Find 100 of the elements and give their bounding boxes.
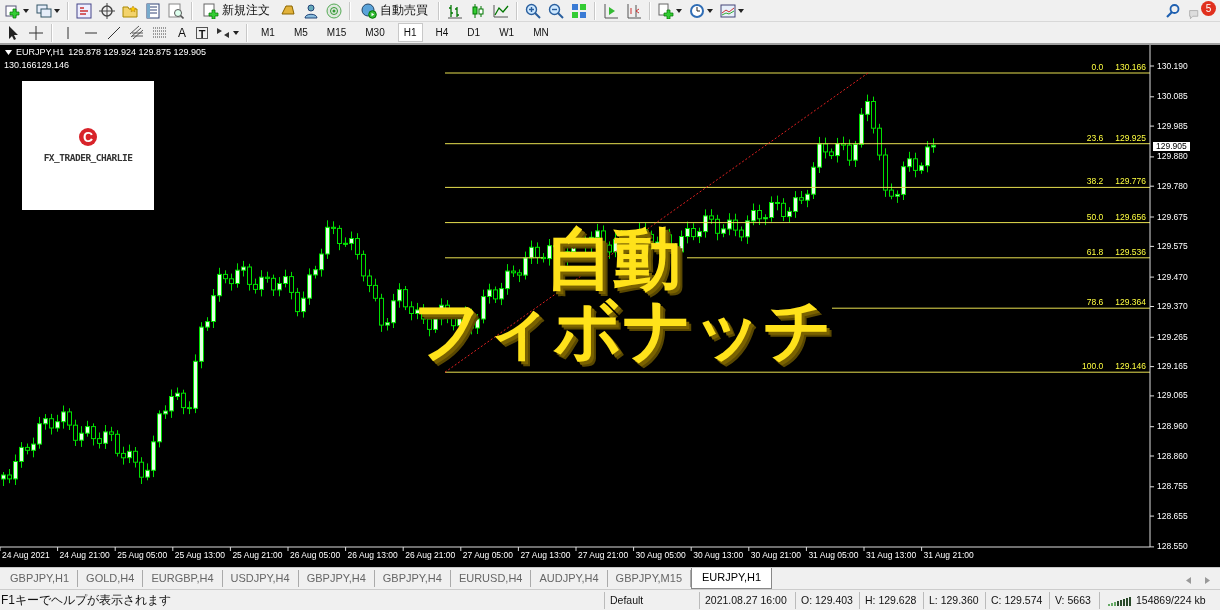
bar-chart-icon[interactable] (447, 2, 463, 19)
time-axis-label: 30 Aug 05:00 (634, 550, 686, 560)
time-axis-label: 24 Aug 2021 (1, 550, 50, 560)
price-axis-label: 130.085 (1157, 92, 1188, 102)
low-price: L: 129.360 (923, 591, 985, 609)
timeframe-button[interactable]: D1 (461, 23, 487, 42)
candlestick-icon[interactable] (470, 2, 486, 19)
fibonacci-levels-icon[interactable] (152, 24, 168, 41)
fibonacci-price-label: 129.146 (1115, 361, 1146, 372)
price-axis-label: 129.165 (1157, 362, 1188, 372)
scroll-right-icon[interactable] (1205, 577, 1210, 584)
caret-icon[interactable] (23, 8, 29, 13)
fibonacci-price-label: 129.364 (1115, 297, 1146, 308)
price-axis-label: 129.265 (1157, 332, 1188, 342)
time-axis-label: 25 Aug 21:00 (231, 550, 283, 560)
chart-tab[interactable]: USDJPY,H4 (222, 570, 299, 587)
chart-tab[interactable]: GBPJPY,H1 (2, 570, 79, 587)
chart-tab[interactable]: AUDJPY,H4 (531, 570, 608, 587)
caret-icon[interactable] (738, 8, 744, 13)
fibonacci-ratio-label: 23.6 (1086, 132, 1104, 143)
autoscroll-icon[interactable] (603, 2, 619, 19)
time-axis-label: 24 Aug 21:00 (58, 550, 110, 560)
crosshair-icon[interactable] (99, 2, 115, 19)
chart-tab[interactable]: GBPJPY,H4 (374, 570, 451, 587)
chart-tab[interactable]: EURJPY,H1 (691, 568, 773, 589)
trend-line-icon[interactable] (106, 24, 122, 41)
windows-icon[interactable] (36, 2, 52, 19)
price-axis-label: 130.190 (1157, 61, 1188, 71)
timeframe-button[interactable]: H4 (429, 23, 455, 42)
fibonacci-price-label: 129.536 (1115, 246, 1146, 257)
time-axis-label: 27 Aug 05:00 (461, 550, 513, 560)
globe-play-icon (361, 2, 377, 19)
caret-icon[interactable] (54, 8, 60, 13)
signal-icon[interactable] (326, 2, 342, 19)
connection-bars-icon (1108, 594, 1132, 606)
timeframe-button[interactable]: M15 (320, 23, 353, 42)
fibonacci-ratio-label: 0.0 (1091, 62, 1104, 72)
time-axis-label: 31 Aug 05:00 (807, 550, 859, 560)
fibonacci-ratio-label: 50.0 (1086, 211, 1104, 222)
price-axis-label: 129.675 (1157, 212, 1188, 222)
time-axis-label: 26 Aug 21:00 (404, 550, 456, 560)
chart-tab[interactable]: EURUSD,H4 (450, 570, 532, 587)
clock-icon[interactable] (689, 2, 705, 19)
new-order-button[interactable]: 新規注文 (200, 1, 273, 20)
list-window-icon[interactable] (145, 2, 161, 19)
time-axis-label: 25 Aug 05:00 (116, 550, 168, 560)
zoom-out-icon[interactable] (548, 2, 564, 19)
search-icon[interactable] (1165, 2, 1181, 19)
logo-mark: C (79, 128, 97, 146)
auto-trading-button[interactable]: 自動売買 (358, 1, 431, 20)
chart-tab[interactable]: GBPJPY,H4 (298, 570, 375, 587)
fibonacci-price-label: 129.776 (1115, 176, 1146, 187)
timeframe-button[interactable]: M1 (255, 23, 281, 42)
caret-icon[interactable] (233, 30, 239, 35)
time-axis-label: 26 Aug 13:00 (346, 550, 398, 560)
caret-icon[interactable] (676, 8, 682, 13)
line-chart-icon[interactable] (493, 2, 509, 19)
time-axis-label: 26 Aug 05:00 (289, 550, 341, 560)
volume-value: V: 5663 (1049, 591, 1099, 609)
profile-name: Default (604, 591, 699, 609)
fibonacci-price-label: 129.656 (1115, 211, 1146, 222)
timeframe-button[interactable]: W1 (493, 23, 521, 42)
open-price: O: 129.403 (795, 591, 859, 609)
current-price-label: 129.905 (1153, 141, 1190, 151)
caret-icon[interactable] (707, 8, 713, 13)
time-axis-label: 27 Aug 21:00 (577, 550, 629, 560)
memory-usage: 154869/224 kb (1136, 594, 1206, 606)
template-chart-icon[interactable] (720, 2, 736, 19)
price-axis-label: 128.960 (1157, 422, 1188, 432)
close-price: C: 129.574 (985, 591, 1049, 609)
price-axis-label: 129.575 (1157, 241, 1188, 251)
triangle-down-icon[interactable] (5, 49, 12, 55)
scroll-left-icon[interactable] (1186, 577, 1191, 584)
price-axis-label: 129.880 (1157, 152, 1188, 162)
zoom-in-icon[interactable] (525, 2, 541, 19)
chart-shift-icon[interactable] (626, 2, 642, 19)
tile-windows-icon[interactable] (571, 2, 587, 19)
timeframe-button[interactable]: M5 (287, 23, 314, 42)
price-axis-label: 128.550 (1157, 542, 1188, 552)
text-tool-button[interactable]: A (175, 25, 189, 40)
timeframe-button[interactable]: MN (527, 23, 555, 42)
plus-window-icon[interactable] (5, 2, 21, 19)
price-axis-label: 129.065 (1157, 391, 1188, 401)
chart-tab[interactable]: EURGBP,H4 (143, 570, 223, 587)
time-axis-label: 30 Aug 13:00 (692, 550, 744, 560)
timeframe-button[interactable]: H1 (397, 23, 423, 42)
text-label-tool-button[interactable]: T (196, 26, 208, 39)
time-axis-label: 27 Aug 13:00 (519, 550, 571, 560)
bar-datetime: 2021.08.27 16:00 (699, 591, 795, 609)
timeframe-button[interactable]: M30 (359, 23, 391, 42)
fibonacci-range-text: 130.166129.146 (4, 60, 70, 70)
time-axis-label: 25 Aug 13:00 (173, 550, 225, 560)
price-axis-label: 128.860 (1157, 451, 1188, 461)
notification-badge: 5 (1201, 0, 1216, 16)
market-watch-icon[interactable] (76, 2, 92, 19)
time-axis-label: 31 Aug 21:00 (922, 550, 974, 560)
fibonacci-channel-icon[interactable] (129, 24, 145, 41)
indicator-plus-icon[interactable] (658, 2, 674, 19)
chart-tab[interactable]: GOLD,H4 (78, 570, 144, 587)
fibonacci-ratio-label: 61.8 (1086, 246, 1104, 257)
